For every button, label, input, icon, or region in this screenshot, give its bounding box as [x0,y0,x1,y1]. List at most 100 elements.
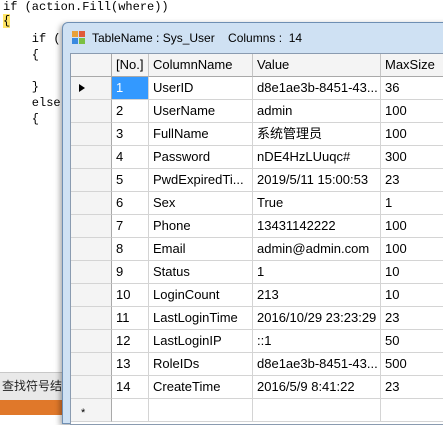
cell-no[interactable]: 4 [112,146,149,169]
row-header[interactable] [71,215,112,238]
cell-column-name[interactable]: Phone [149,215,253,238]
cell-maxsize[interactable]: 50 [381,330,443,353]
new-row-cell[interactable] [112,399,149,422]
table-row[interactable]: 1 UserID d8e1ae3b-8451-43... 36 [71,77,443,100]
row-header[interactable] [71,192,112,215]
cell-value[interactable]: True [253,192,381,215]
cell-no[interactable]: 1 [112,77,149,100]
cell-value[interactable]: admin@admin.com [253,238,381,261]
row-header[interactable] [71,376,112,399]
cell-no[interactable]: 2 [112,100,149,123]
row-header[interactable] [71,261,112,284]
table-row[interactable]: 10 LoginCount 213 10 [71,284,443,307]
cell-column-name[interactable]: Email [149,238,253,261]
data-grid[interactable]: [No.] ColumnName Value MaxSize 1 UserID d8… [70,53,443,425]
cell-value[interactable]: 2019/5/11 15:00:53 [253,169,381,192]
new-row[interactable]: * [71,399,443,422]
new-row-cell[interactable] [381,399,443,422]
cell-value[interactable]: d8e1ae3b-8451-43... [253,77,381,100]
dialog-titlebar[interactable]: TableName : Sys_User Columns : 14 [63,23,443,53]
table-row[interactable]: 4 Password nDE4HzLUuqc# 300 [71,146,443,169]
cell-maxsize[interactable]: 10 [381,284,443,307]
cell-column-name[interactable]: RoleIDs [149,353,253,376]
table-row[interactable]: 7 Phone 13431142222 100 [71,215,443,238]
column-header-maxsize[interactable]: MaxSize [381,54,443,77]
cell-maxsize[interactable]: 500 [381,353,443,376]
cell-no[interactable]: 11 [112,307,149,330]
cell-column-name[interactable]: PwdExpiredTi... [149,169,253,192]
cell-value[interactable]: 213 [253,284,381,307]
column-header-columnname[interactable]: ColumnName [149,54,253,77]
row-header[interactable] [71,123,112,146]
cell-no[interactable]: 6 [112,192,149,215]
cell-maxsize[interactable]: 23 [381,376,443,399]
row-header[interactable] [71,353,112,376]
cell-maxsize[interactable]: 1 [381,192,443,215]
new-row-cell[interactable] [253,399,381,422]
cell-value[interactable]: 2016/10/29 23:23:29 [253,307,381,330]
row-header[interactable] [71,100,112,123]
cell-maxsize[interactable]: 300 [381,146,443,169]
table-row[interactable]: 6 Sex True 1 [71,192,443,215]
table-row[interactable]: 8 Email admin@admin.com 100 [71,238,443,261]
find-symbol-results-tab[interactable]: 查找符号结果 [0,372,64,401]
new-row-cell[interactable] [149,399,253,422]
cell-maxsize[interactable]: 100 [381,100,443,123]
row-header[interactable] [71,284,112,307]
table-row[interactable]: 12 LastLoginIP::1 50 [71,330,443,353]
cell-value[interactable]: 1 [253,261,381,284]
row-header[interactable]: * [71,399,112,422]
cell-maxsize[interactable]: 23 [381,169,443,192]
table-row[interactable]: 14 CreateTime 2016/5/9 8:41:22 23 [71,376,443,399]
cell-column-name[interactable]: Sex [149,192,253,215]
cell-column-name[interactable]: LoginCount [149,284,253,307]
table-row[interactable]: 9 Status 1 10 [71,261,443,284]
cell-no[interactable]: 9 [112,261,149,284]
row-header[interactable] [71,77,112,100]
cell-column-name[interactable]: LastLoginIP [149,330,253,353]
cell-maxsize[interactable]: 23 [381,307,443,330]
cell-column-name[interactable]: FullName [149,123,253,146]
cell-no[interactable]: 3 [112,123,149,146]
corner-header[interactable] [71,54,112,77]
row-header[interactable] [71,330,112,353]
cell-no[interactable]: 8 [112,238,149,261]
row-header[interactable] [71,238,112,261]
cell-value[interactable]: 13431142222 [253,215,381,238]
cell-column-name[interactable]: UserID [149,77,253,100]
cell-column-name[interactable]: CreateTime [149,376,253,399]
new-row-marker: * [81,407,86,419]
table-row[interactable]: 2 UserName admin 100 [71,100,443,123]
row-header[interactable] [71,169,112,192]
cell-column-name[interactable]: UserName [149,100,253,123]
cell-no[interactable]: 13 [112,353,149,376]
table-row[interactable]: 11 LastLoginTime 2016/10/29 23:23:29 23 [71,307,443,330]
column-header-value[interactable]: Value [253,54,381,77]
cell-maxsize[interactable]: 100 [381,238,443,261]
cell-value[interactable]: nDE4HzLUuqc# [253,146,381,169]
cell-value[interactable]: ::1 [253,330,381,353]
table-row[interactable]: 5 PwdExpiredTi... 2019/5/11 15:00:53 23 [71,169,443,192]
column-header-no[interactable]: [No.] [112,54,149,77]
cell-no[interactable]: 7 [112,215,149,238]
cell-no[interactable]: 5 [112,169,149,192]
row-header[interactable] [71,146,112,169]
table-view-dialog[interactable]: TableName : Sys_User Columns : 14 [No.] … [62,22,443,425]
cell-column-name[interactable]: Status [149,261,253,284]
cell-maxsize[interactable]: 10 [381,261,443,284]
cell-maxsize[interactable]: 36 [381,77,443,100]
cell-no[interactable]: 14 [112,376,149,399]
cell-no[interactable]: 10 [112,284,149,307]
table-row[interactable]: 3 FullName 系统管理员 100 [71,123,443,146]
table-row[interactable]: 13 RoleIDs d8e1ae3b-8451-43... 500 [71,353,443,376]
cell-maxsize[interactable]: 100 [381,215,443,238]
cell-column-name[interactable]: LastLoginTime [149,307,253,330]
cell-maxsize[interactable]: 100 [381,123,443,146]
cell-value[interactable]: d8e1ae3b-8451-43... [253,353,381,376]
row-header[interactable] [71,307,112,330]
cell-value[interactable]: 2016/5/9 8:41:22 [253,376,381,399]
cell-value[interactable]: 系统管理员 [253,123,381,146]
cell-column-name[interactable]: Password [149,146,253,169]
cell-no[interactable]: 12 [112,330,149,353]
cell-value[interactable]: admin [253,100,381,123]
